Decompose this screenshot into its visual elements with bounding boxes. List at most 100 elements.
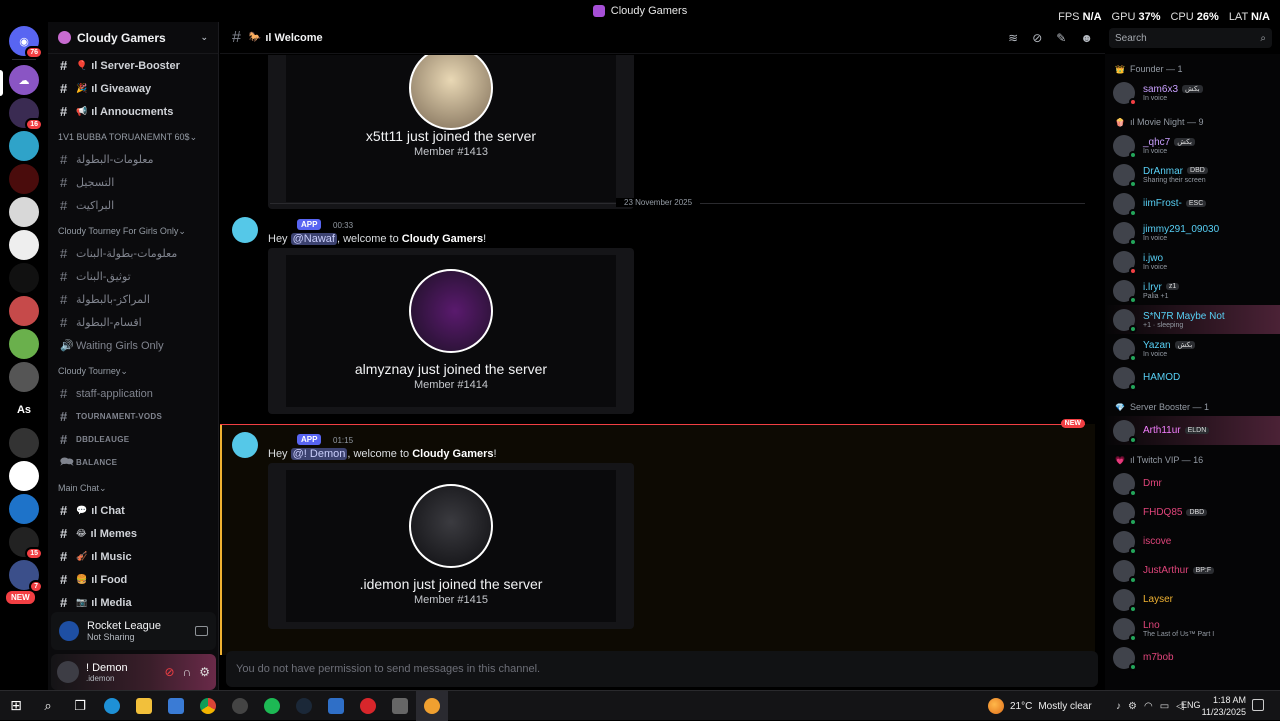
- server-icon[interactable]: [9, 263, 39, 293]
- vpn-icon[interactable]: [320, 691, 352, 721]
- channel-item[interactable]: # اقسام-البطولة: [48, 311, 218, 334]
- start-button[interactable]: ⊞: [0, 691, 32, 721]
- server-icon[interactable]: 7: [9, 560, 43, 593]
- edge-icon[interactable]: [96, 691, 128, 721]
- avatar[interactable]: [232, 432, 258, 458]
- channel-category[interactable]: Cloudy Tourney ⌄: [48, 360, 218, 382]
- channel-item[interactable]: # التسجيل: [48, 171, 218, 194]
- server-icon[interactable]: [9, 494, 39, 524]
- member-item[interactable]: Dmr: [1105, 469, 1280, 498]
- channel-label: ıl Giveaway: [91, 82, 152, 95]
- user-mention[interactable]: @Nawaf: [290, 233, 337, 245]
- headset-icon[interactable]: ∩: [183, 665, 192, 679]
- member-item[interactable]: m7bob: [1105, 643, 1280, 672]
- member-name: m7bob: [1143, 652, 1174, 663]
- spotify-icon[interactable]: [256, 691, 288, 721]
- tray-icon[interactable]: ⚙: [1128, 701, 1137, 712]
- channel-item[interactable]: # توثيق-البنات: [48, 265, 218, 288]
- channel-item[interactable]: # 🍔 ıl Food: [48, 568, 218, 591]
- server-icon[interactable]: [9, 362, 39, 392]
- channel-category[interactable]: Cloudy Tourney For Girls Only ⌄: [48, 220, 218, 242]
- server-icon[interactable]: [9, 197, 39, 227]
- channel-item[interactable]: # 📢 ıl Annoucments: [48, 100, 218, 123]
- user-mention[interactable]: @! Demon: [290, 448, 348, 460]
- task-view-icon[interactable]: ❐: [64, 691, 96, 721]
- server-icon[interactable]: [9, 164, 39, 194]
- member-item[interactable]: HAMOD: [1105, 363, 1280, 392]
- notification-muted-icon[interactable]: ⊘: [1032, 31, 1042, 45]
- member-item[interactable]: FHDQ85 DBD: [1105, 498, 1280, 527]
- member-list-icon[interactable]: ☻: [1080, 31, 1093, 45]
- server-icon[interactable]: [9, 428, 39, 458]
- server-cloudy-gamers[interactable]: ☁: [9, 65, 39, 95]
- member-item[interactable]: sam6x3 بكش In voice: [1105, 78, 1280, 107]
- channel-item[interactable]: # معلومات-البطولة: [48, 148, 218, 171]
- channel-category[interactable]: 1V1 BUBBA TORUANEMNT 60$ ⌄: [48, 126, 218, 148]
- server-as[interactable]: As: [9, 395, 39, 425]
- date-divider-label: 23 November 2025: [616, 198, 701, 207]
- channel-item[interactable]: # البراكيت: [48, 194, 218, 217]
- channel-item[interactable]: # 🎻 ıl Music: [48, 545, 218, 568]
- channel-item[interactable]: 🗪 BALANCE: [48, 451, 218, 474]
- channel-item[interactable]: # 💬 ıl Chat: [48, 499, 218, 522]
- channel-item[interactable]: 🔊 Waiting Girls Only: [48, 334, 218, 357]
- server-icon[interactable]: 15: [9, 527, 43, 560]
- chrome-icon[interactable]: [192, 691, 224, 721]
- file-explorer-icon[interactable]: [128, 691, 160, 721]
- member-item[interactable]: S*N7R Maybe Not +1 · sleeping: [1105, 305, 1280, 334]
- member-item[interactable]: iimFrost- ESC: [1105, 189, 1280, 218]
- member-item[interactable]: i.jwo In voice: [1105, 247, 1280, 276]
- app-icon[interactable]: [384, 691, 416, 721]
- channel-item[interactable]: # 📷 ıl Media: [48, 591, 218, 614]
- member-item[interactable]: jimmy291_09030 In voice: [1105, 218, 1280, 247]
- store-icon[interactable]: [160, 691, 192, 721]
- member-item[interactable]: i.lryr z1 Palia +1: [1105, 276, 1280, 305]
- mic-icon[interactable]: ♪: [1116, 701, 1121, 712]
- member-item[interactable]: iscove: [1105, 527, 1280, 556]
- server-icon[interactable]: [9, 230, 39, 260]
- member-item[interactable]: Arth11ur ELDN: [1105, 416, 1280, 445]
- clock[interactable]: 1:18 AM 11/23/2025: [1198, 694, 1246, 718]
- channel-item[interactable]: # staff-application: [48, 382, 218, 405]
- member-item[interactable]: Layser: [1105, 585, 1280, 614]
- member-item[interactable]: JustArthur BP:F: [1105, 556, 1280, 585]
- screen-share-icon[interactable]: [195, 626, 208, 636]
- server-icon[interactable]: [9, 296, 39, 326]
- channel-item[interactable]: # المراكز-بالبطولة: [48, 288, 218, 311]
- channel-item[interactable]: # 🎉 ıl Giveaway: [48, 77, 218, 100]
- mic-muted-icon[interactable]: ⊘: [165, 665, 175, 679]
- threads-icon[interactable]: ≋: [1008, 31, 1018, 45]
- app-icon[interactable]: [224, 691, 256, 721]
- direct-messages-button[interactable]: ◉ 76: [9, 26, 43, 59]
- member-item[interactable]: Yazan بكش In voice: [1105, 334, 1280, 363]
- search-input[interactable]: Search ⌕: [1109, 28, 1272, 48]
- battery-icon[interactable]: ▭: [1160, 701, 1169, 712]
- server-icon[interactable]: [9, 131, 39, 161]
- member-item[interactable]: Lno The Last of Us™ Part I: [1105, 614, 1280, 643]
- server-icon[interactable]: 16: [9, 98, 43, 131]
- member-item[interactable]: DrAnmar DBD Sharing their screen: [1105, 160, 1280, 189]
- new-servers-badge[interactable]: NEW: [6, 591, 35, 604]
- member-item[interactable]: _qhc7 بكش In voice: [1105, 131, 1280, 160]
- weather-widget[interactable]: 21°C Mostly clear: [988, 691, 1092, 721]
- discord-taskbar-icon[interactable]: [416, 690, 448, 721]
- pin-icon[interactable]: ✎: [1056, 31, 1066, 45]
- avatar[interactable]: [232, 217, 258, 243]
- server-header[interactable]: Cloudy Gamers ⌄: [48, 22, 218, 54]
- gear-icon[interactable]: ⚙: [199, 665, 210, 679]
- channel-item[interactable]: # 😂 ıl Memes: [48, 522, 218, 545]
- steam-icon[interactable]: [288, 691, 320, 721]
- channel-item[interactable]: # معلومات-بطولة-البنات: [48, 242, 218, 265]
- server-icon[interactable]: [9, 329, 39, 359]
- channel-item[interactable]: # 🎈 ıl Server-Booster: [48, 54, 218, 77]
- channel-item[interactable]: # TOURNAMENT-VODS: [48, 405, 218, 428]
- notification-icon[interactable]: [1252, 699, 1264, 711]
- app-icon[interactable]: [352, 691, 384, 721]
- message-composer[interactable]: You do not have permission to send messa…: [226, 651, 1098, 687]
- server-icon[interactable]: [9, 461, 39, 491]
- avatar[interactable]: [57, 661, 79, 683]
- channel-item[interactable]: # DBDLEAUGE: [48, 428, 218, 451]
- search-icon[interactable]: ⌕: [32, 691, 64, 721]
- wifi-icon[interactable]: ◠: [1144, 701, 1153, 712]
- channel-category[interactable]: Main Chat ⌄: [48, 477, 218, 499]
